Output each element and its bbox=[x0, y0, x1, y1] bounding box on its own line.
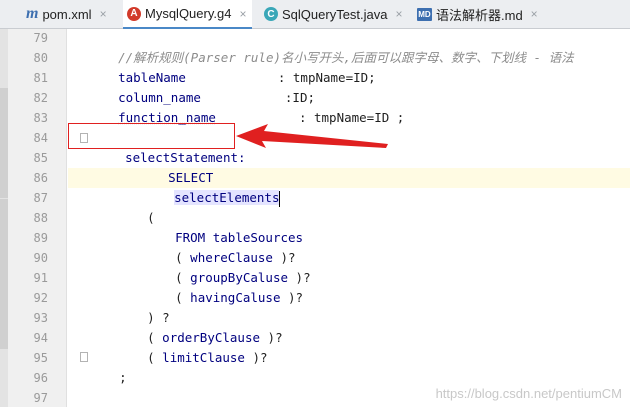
antlr-icon: A bbox=[127, 6, 141, 21]
markdown-icon: MD bbox=[417, 7, 432, 21]
tab-label: pom.xml bbox=[42, 6, 92, 22]
gutter-block bbox=[0, 88, 8, 198]
code-line-81: column_name:ID; bbox=[88, 68, 315, 105]
tab-label: MysqlQuery.g4 bbox=[145, 6, 232, 21]
code-line-89: ( whereClause )? bbox=[145, 228, 295, 265]
line-number: 79 bbox=[33, 31, 48, 45]
line-number: 83 bbox=[33, 111, 48, 125]
tab-markdown-doc[interactable]: MD 语法解析器.md × bbox=[417, 0, 538, 28]
paren: ( bbox=[147, 350, 163, 365]
line-number: 85 bbox=[33, 151, 48, 165]
line-number: 81 bbox=[33, 71, 48, 85]
code-line-92: ) ? bbox=[117, 288, 170, 325]
close-icon[interactable]: × bbox=[531, 7, 538, 21]
text-caret bbox=[279, 190, 281, 207]
gutter-strip bbox=[0, 29, 8, 407]
line-number: 97 bbox=[33, 391, 48, 405]
line-number: 93 bbox=[33, 311, 48, 325]
paren: )? bbox=[280, 290, 304, 305]
tab-sqlquerytest-java[interactable]: C SqlQueryTest.java × bbox=[264, 0, 403, 28]
rule-body: : tmpName=ID ; bbox=[298, 110, 405, 125]
line-number: 84 bbox=[33, 131, 48, 145]
annotation-highlight-box bbox=[68, 123, 235, 149]
code-line-95: ; bbox=[89, 348, 127, 385]
code-editor[interactable]: //解析规则(Parser rule)名小写开头,后面可以跟字母、数字、下划线 … bbox=[68, 29, 630, 407]
code-line-90: ( groupByCaluse )? bbox=[145, 248, 310, 285]
paren: )? bbox=[244, 350, 268, 365]
line-number: 96 bbox=[33, 371, 48, 385]
gutter-block bbox=[0, 199, 8, 349]
tab-mysqlquery-g4[interactable]: A MysqlQuery.g4 × bbox=[123, 0, 253, 29]
line-number: 86 bbox=[33, 171, 48, 185]
code-line-93: ( orderByClause )? bbox=[117, 308, 282, 345]
line-number: 82 bbox=[33, 91, 48, 105]
tab-label: 语法解析器.md bbox=[436, 7, 523, 23]
paren: ( bbox=[175, 290, 191, 305]
line-number: 90 bbox=[33, 251, 48, 265]
tab-label: SqlQueryTest.java bbox=[282, 6, 388, 22]
line-number: 92 bbox=[33, 291, 48, 305]
line-number: 91 bbox=[33, 271, 48, 285]
java-class-icon: C bbox=[264, 7, 278, 21]
line-number: 89 bbox=[33, 231, 48, 245]
close-icon[interactable]: × bbox=[396, 7, 403, 21]
code-line-79: //解析规则(Parser rule)名小写开头,后面可以跟字母、数字、下划线 … bbox=[88, 28, 574, 65]
line-number: 87 bbox=[33, 191, 48, 205]
code-line-87: ( bbox=[117, 188, 155, 225]
code-line-91: ( havingCaluse )? bbox=[145, 268, 303, 305]
semicolon: ; bbox=[119, 370, 127, 385]
maven-icon: m bbox=[26, 5, 39, 22]
tab-pom-xml[interactable]: m pom.xml × bbox=[26, 0, 107, 28]
code-line-88: FROM tableSources bbox=[145, 208, 303, 245]
identifier-highlight: selectElements bbox=[174, 190, 280, 205]
line-number: 88 bbox=[33, 211, 48, 225]
line-number: 80 bbox=[33, 51, 48, 65]
rule-ref: limitClause bbox=[162, 350, 245, 365]
code-line-94: ( limitClause )? bbox=[117, 328, 267, 365]
code-line-86: selectElements bbox=[144, 168, 281, 207]
close-icon[interactable]: × bbox=[239, 7, 246, 21]
editor-tab-bar: m pom.xml × A MysqlQuery.g4 × C SqlQuery… bbox=[0, 0, 630, 29]
line-number: 94 bbox=[33, 331, 48, 345]
line-number: 95 bbox=[33, 351, 48, 365]
rule-ref: havingCaluse bbox=[190, 290, 281, 305]
watermark: https://blog.csdn.net/pentiumCM bbox=[435, 386, 622, 401]
close-icon[interactable]: × bbox=[100, 7, 107, 21]
code-line-85: SELECT bbox=[138, 148, 213, 185]
code-line-82: function_name: tmpName=ID ; bbox=[88, 88, 404, 125]
code-line-80: tableName: tmpName=ID; bbox=[88, 48, 376, 85]
